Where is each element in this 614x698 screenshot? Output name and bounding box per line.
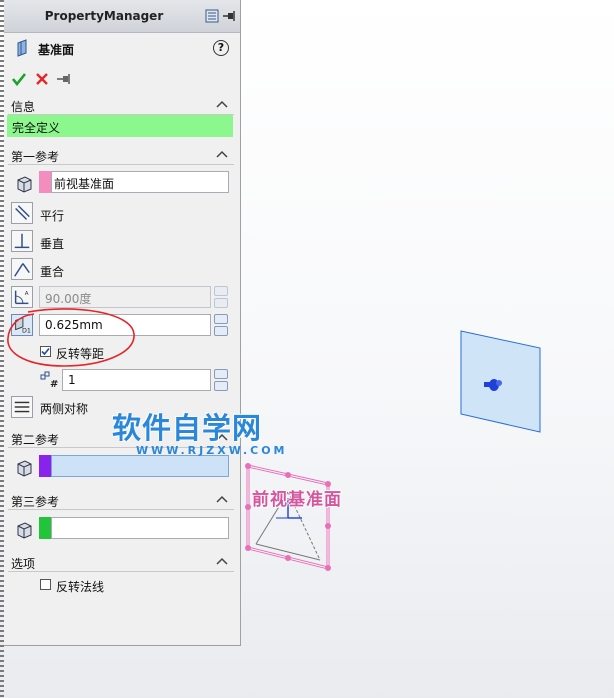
mid-plane-label[interactable]: 两侧对称 — [40, 400, 88, 417]
third-reference-color-swatch — [39, 517, 51, 539]
watermark-main: 软件自学网 — [112, 411, 263, 445]
status-message: 完全定义 — [7, 115, 233, 137]
section-third-reference-title: 第三参考 — [11, 495, 60, 509]
pin-icon[interactable] — [222, 9, 236, 23]
watermark-sub: WWW.RJZXW.COM — [136, 444, 288, 457]
number-of-planes-input[interactable]: 1 — [62, 369, 211, 391]
keep-visible-pin-icon[interactable] — [56, 72, 72, 86]
second-reference-color-swatch — [39, 455, 51, 477]
perpendicular-icon[interactable] — [11, 230, 33, 252]
spin-up-icon[interactable] — [214, 314, 228, 324]
reference-entity-icon — [17, 176, 32, 193]
section-first-reference-header[interactable]: 第一参考 — [4, 145, 240, 165]
third-reference-selection[interactable] — [51, 517, 229, 539]
section-first-reference-title: 第一参考 — [11, 150, 60, 164]
preview-plane — [460, 330, 541, 433]
collapse-chevron-icon[interactable] — [216, 99, 228, 109]
parallel-icon[interactable] — [11, 202, 33, 224]
angle-icon[interactable]: A — [11, 286, 33, 308]
collapse-chevron-icon[interactable] — [216, 149, 228, 159]
coincident-icon[interactable] — [11, 258, 33, 280]
tree-expand-icon[interactable] — [205, 9, 219, 23]
number-of-planes-spinner[interactable] — [214, 369, 228, 391]
help-icon[interactable]: ? — [213, 40, 229, 56]
reference-entity-icon — [17, 460, 32, 477]
section-second-reference-title: 第二参考 — [11, 433, 60, 447]
watermark: 软件自学网 WWW.RJZXW.COM — [112, 412, 288, 457]
perpendicular-label[interactable]: 垂直 — [40, 235, 64, 252]
section-info-title: 信息 — [11, 100, 36, 114]
feature-title: 基准面 — [38, 43, 75, 57]
ok-check-icon[interactable] — [11, 71, 27, 87]
front-plane-selection[interactable] — [242, 462, 338, 574]
second-reference-selection[interactable] — [51, 455, 229, 477]
spin-up-icon[interactable] — [214, 369, 228, 379]
reference-entity-icon — [17, 522, 32, 539]
property-manager-header: PropertyManager — [4, 0, 240, 33]
angle-value: 90.00度 — [45, 292, 92, 306]
flip-normal-label[interactable]: 反转法线 — [56, 578, 104, 595]
section-info-header[interactable]: 信息 — [4, 95, 240, 115]
section-third-reference-header[interactable]: 第三参考 — [4, 490, 240, 510]
annotation-ellipse — [7, 308, 135, 367]
mid-plane-icon[interactable] — [11, 396, 33, 418]
first-reference-selection[interactable]: 前视基准面 — [51, 171, 229, 193]
number-of-planes-value: 1 — [68, 373, 76, 387]
section-options-header[interactable]: 选项 — [4, 552, 240, 572]
parallel-label[interactable]: 平行 — [40, 207, 64, 224]
cancel-x-icon[interactable] — [35, 72, 49, 86]
plane-name-label: 前视基准面 — [252, 490, 342, 510]
collapse-chevron-icon[interactable] — [216, 494, 228, 504]
section-options-title: 选项 — [11, 557, 36, 571]
plane-feature-icon — [17, 39, 27, 57]
collapse-chevron-icon[interactable] — [216, 556, 228, 566]
panel-title: PropertyManager — [44, 9, 164, 23]
svg-text:A: A — [25, 291, 29, 297]
first-reference-color-swatch — [39, 171, 51, 193]
spin-down-icon[interactable] — [214, 381, 228, 391]
coincident-label[interactable]: 重合 — [40, 263, 64, 280]
svg-text:#: # — [50, 379, 58, 389]
spin-down-icon[interactable] — [214, 326, 228, 336]
first-reference-value: 前视基准面 — [54, 177, 115, 191]
flip-normal-checkbox[interactable] — [40, 579, 51, 590]
offset-distance-spinner[interactable] — [214, 314, 228, 336]
number-of-planes-icon: # — [40, 371, 58, 389]
angle-spinner — [214, 286, 228, 308]
status-text: 完全定义 — [12, 121, 61, 135]
angle-input: 90.00度 — [39, 286, 211, 308]
